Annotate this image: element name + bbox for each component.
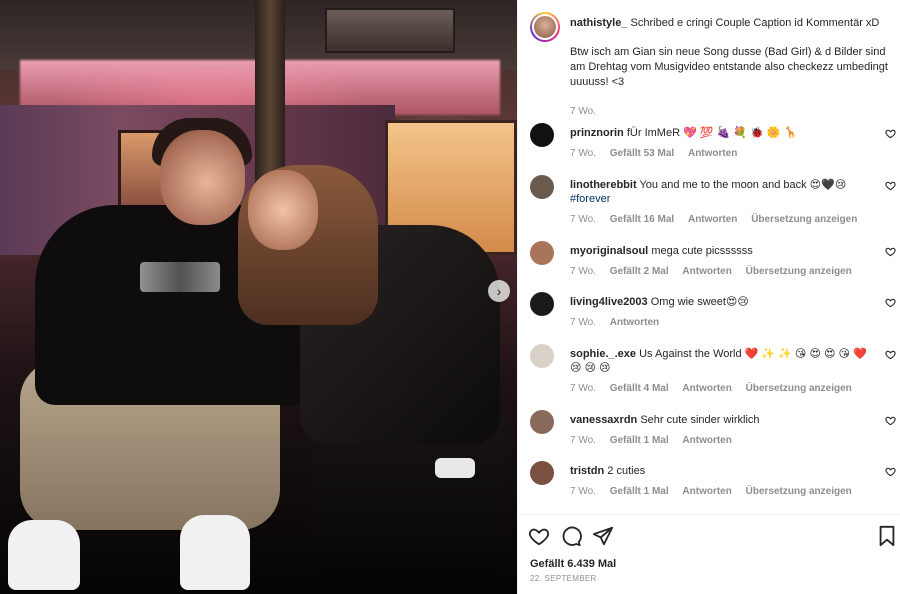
photo-sneaker-left <box>8 520 80 590</box>
heart-icon[interactable] <box>885 246 896 260</box>
comment-text: You and me to the moon and back 😍🖤😢 <box>639 179 847 191</box>
comment-time[interactable]: 7 Wo. <box>570 148 596 159</box>
comment-text: Omg wie sweet😍😢 <box>650 296 749 308</box>
commenter-username[interactable]: prinznorin <box>570 127 624 139</box>
caption-line-2: Btw isch am Gian sin neue Song dusse (Ba… <box>570 46 888 88</box>
comment-text: 2 cuties <box>607 465 646 477</box>
comment-time[interactable]: 7 Wo. <box>570 435 596 446</box>
comment-likes[interactable]: Gefällt 2 Mal <box>610 266 669 277</box>
commenter-avatar[interactable] <box>530 410 554 434</box>
comment-likes[interactable]: Gefällt 53 Mal <box>610 148 674 159</box>
reply-button[interactable]: Antworten <box>682 383 731 394</box>
comment-icon[interactable] <box>560 525 582 547</box>
comment-text: mega cute picssssss <box>651 245 753 257</box>
heart-icon[interactable] <box>528 525 550 547</box>
reply-button[interactable]: Antworten <box>682 486 731 497</box>
comment-time[interactable]: 7 Wo. <box>570 317 596 328</box>
commenter-username[interactable]: myoriginalsoul <box>570 245 648 257</box>
post-photo[interactable]: › <box>0 0 517 594</box>
heart-icon[interactable] <box>885 297 896 311</box>
reply-button[interactable]: Antworten <box>688 148 737 159</box>
comment-likes[interactable]: Gefällt 4 Mal <box>610 383 669 394</box>
heart-icon[interactable] <box>885 415 896 429</box>
reply-button[interactable]: Antworten <box>610 317 659 328</box>
commenter-avatar[interactable] <box>530 292 554 316</box>
commenter-avatar[interactable] <box>530 461 554 485</box>
chevron-right-icon[interactable]: › <box>488 280 510 302</box>
post-sidebar: nathistyle_ Schribed e cringi Couple Cap… <box>517 0 900 594</box>
comment-time[interactable]: 7 Wo. <box>570 266 596 277</box>
likes-count[interactable]: Gefällt 6.439 Mal <box>530 558 616 570</box>
commenter-username[interactable]: linotherebbit <box>570 179 637 191</box>
comment-hashtag[interactable]: #forever <box>570 193 610 205</box>
caption-time[interactable]: 7 Wo. <box>570 106 596 117</box>
photo-shirt-print <box>140 262 220 292</box>
comment-time[interactable]: 7 Wo. <box>570 214 596 225</box>
comment-text: fÜr ImMeR 💖 💯 🍇 💐 🐞 🌼 🦒 <box>626 127 798 139</box>
photo-sock <box>435 458 475 478</box>
commenter-username[interactable]: sophie._.exe <box>570 348 636 360</box>
post-date: 22. SEPTEMBER <box>530 574 597 583</box>
commenter-username[interactable]: vanessaxrdn <box>570 414 637 426</box>
photo-person2-head <box>248 170 318 250</box>
reply-button[interactable]: Antworten <box>688 214 737 225</box>
reply-button[interactable]: Antworten <box>682 266 731 277</box>
post-actions-bar: Gefällt 6.439 Mal 22. SEPTEMBER <box>518 514 900 594</box>
translate-button[interactable]: Übersetzung anzeigen <box>746 383 852 394</box>
comment-likes[interactable]: Gefällt 1 Mal <box>610 486 669 497</box>
photo-window-top <box>325 8 455 53</box>
photo-sneaker-right <box>180 515 250 590</box>
commenter-username[interactable]: tristdn <box>570 465 604 477</box>
commenter-avatar[interactable] <box>530 241 554 265</box>
comment-time[interactable]: 7 Wo. <box>570 486 596 497</box>
translate-button[interactable]: Übersetzung anzeigen <box>746 266 852 277</box>
heart-icon[interactable] <box>885 466 896 480</box>
author-avatar[interactable] <box>530 12 560 42</box>
author-username[interactable]: nathistyle_ <box>570 17 627 29</box>
commenter-avatar[interactable] <box>530 123 554 147</box>
photo-person-head <box>160 130 245 225</box>
bookmark-icon[interactable] <box>876 525 898 547</box>
caption-line-1: Schribed e cringi Couple Caption id Komm… <box>630 17 880 29</box>
commenter-username[interactable]: living4live2003 <box>570 296 648 308</box>
heart-icon[interactable] <box>885 128 896 142</box>
heart-icon[interactable] <box>885 349 896 363</box>
translate-button[interactable]: Übersetzung anzeigen <box>751 214 857 225</box>
commenter-avatar[interactable] <box>530 175 554 199</box>
comment-text: Sehr cute sinder wirklich <box>640 414 760 426</box>
comment-time[interactable]: 7 Wo. <box>570 383 596 394</box>
translate-button[interactable]: Übersetzung anzeigen <box>746 486 852 497</box>
comment-likes[interactable]: Gefällt 1 Mal <box>610 435 669 446</box>
comment-likes[interactable]: Gefällt 16 Mal <box>610 214 674 225</box>
paper-plane-icon[interactable] <box>592 525 614 547</box>
commenter-avatar[interactable] <box>530 344 554 368</box>
heart-icon[interactable] <box>885 180 896 194</box>
reply-button[interactable]: Antworten <box>682 435 731 446</box>
